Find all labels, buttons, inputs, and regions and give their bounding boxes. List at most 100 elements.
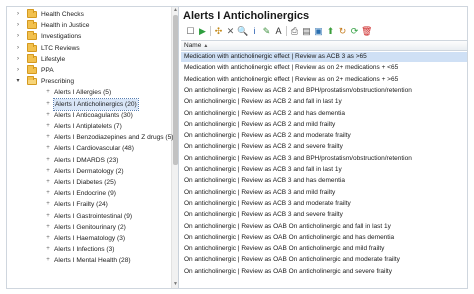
search-item-icon: + xyxy=(46,201,50,208)
table-row[interactable]: On anticholinergic | Review as ACB 3 and… xyxy=(181,154,467,164)
export-icon[interactable]: ⬆ xyxy=(325,25,336,37)
chevron-right-icon[interactable]: › xyxy=(14,31,22,42)
tree-leaf-label: Alerts I Antiplatelets (7) xyxy=(54,123,122,130)
toolbar-separator xyxy=(210,26,211,36)
chevron-down-icon[interactable]: ▾ xyxy=(14,76,22,87)
table-row[interactable]: Medication with anticholinergic effect |… xyxy=(181,75,467,85)
search-item-icon: + xyxy=(46,246,50,253)
tree-leaf-label: Alerts I Dermatology (2) xyxy=(54,167,124,175)
search-item-icon: + xyxy=(46,223,50,230)
table-row[interactable]: On anticholinergic | Review as OAB On an… xyxy=(181,244,467,254)
folder-icon xyxy=(27,53,37,63)
folder-icon xyxy=(27,20,37,30)
trash-icon[interactable]: 🗑 xyxy=(361,25,372,37)
print-icon[interactable]: ⎙ xyxy=(289,25,300,37)
folder-icon xyxy=(27,65,37,74)
table-row[interactable]: On anticholinergic | Review as ACB 3 and… xyxy=(181,199,467,209)
search-results-panel: Alerts I Anticholinergics ☐ ▶ ✣ ✕ 🔍 i ✎ A ⎙ ▤ ▣ ⬆ ↻ ⟳… xyxy=(180,7,467,288)
tree-scrollbar-thumb[interactable] xyxy=(173,15,178,165)
column-header-label: Name xyxy=(184,42,202,49)
tree-folder-label: Prescribing xyxy=(41,78,74,86)
chevron-right-icon[interactable]: › xyxy=(14,65,22,76)
info-icon[interactable]: i xyxy=(249,25,260,37)
tree-leaf-label: Alerts I Haematology (3) xyxy=(54,235,126,242)
search-item-icon: + xyxy=(46,212,50,219)
search-item-icon: + xyxy=(46,100,50,107)
table-row[interactable]: Medication with anticholinergic effect |… xyxy=(181,63,467,73)
tree-folder-label: PPA xyxy=(41,67,54,74)
table-row[interactable]: Medication with anticholinergic effect |… xyxy=(181,52,467,62)
font-icon[interactable]: A xyxy=(273,25,284,37)
app-window: ▲ ▼ › Health Checks › Health in Justice › Inv… xyxy=(6,6,468,289)
table-row[interactable]: On anticholinergic | Review as OAB On an… xyxy=(181,267,467,277)
tree-folder-label: LTC Reviews xyxy=(41,44,80,52)
tree-leaf-label: Alerts I Infections (3) xyxy=(54,246,115,254)
search-tree-panel: ▲ ▼ › Health Checks › Health in Justice › Inv… xyxy=(7,7,179,288)
column-header-name[interactable]: Name ▲ xyxy=(181,41,467,51)
table-row[interactable]: On anticholinergic | Review as OAB On an… xyxy=(181,222,467,232)
table-row[interactable]: On anticholinergic | Review as ACB 3 and… xyxy=(181,176,467,186)
tree-folder-label: Investigations xyxy=(41,33,82,41)
tree-leaf-label: Alerts I DMARDS (23) xyxy=(54,156,119,164)
tree-leaf-label: Alerts I Anticholinergics (20) xyxy=(53,97,139,111)
tree-leaf-label: Alerts I Benzodiazepines and Z drugs (5) xyxy=(54,134,174,142)
search-item-icon: + xyxy=(46,156,50,163)
table-row[interactable]: On anticholinergic | Review as ACB 2 and… xyxy=(181,142,467,152)
tree-folder-label: Health in Justice xyxy=(41,22,90,30)
table-row[interactable]: On anticholinergic | Review as OAB On an… xyxy=(181,233,467,243)
search-item-icon: + xyxy=(46,257,50,264)
checkbox-icon[interactable]: ☐ xyxy=(185,25,196,37)
tree-leaf-label: Alerts I Allergies (5) xyxy=(54,89,112,97)
folder-icon xyxy=(27,9,37,18)
scroll-down-arrow-icon[interactable]: ▼ xyxy=(172,281,178,288)
page-title: Alerts I Anticholinergics xyxy=(183,10,310,22)
folder-icon xyxy=(27,42,37,52)
toolbar-separator xyxy=(286,26,287,36)
save-icon[interactable]: ▣ xyxy=(313,25,324,37)
tree-leaf-label: Alerts I Cardiovascular (48) xyxy=(54,145,134,153)
search-item-icon: + xyxy=(46,145,50,152)
tree-leaf-label: Alerts I Diabetes (25) xyxy=(54,179,116,186)
table-row[interactable]: On anticholinergic | Review as ACB 2 and… xyxy=(181,86,467,96)
tree-leaf-label: Alerts I Endocrine (9) xyxy=(54,190,116,198)
move-icon[interactable]: ✣ xyxy=(213,25,224,37)
table-row[interactable]: On anticholinergic | Review as ACB 2 and… xyxy=(181,120,467,130)
delete-icon[interactable]: ✕ xyxy=(225,25,236,37)
toolbar: ☐ ▶ ✣ ✕ 🔍 i ✎ A ⎙ ▤ ▣ ⬆ ↻ ⟳ 🗑 xyxy=(183,25,465,39)
search-item-icon: + xyxy=(46,89,50,96)
tree-folder-label: Lifestyle xyxy=(41,55,66,63)
chevron-right-icon[interactable]: › xyxy=(14,20,22,31)
table-row[interactable]: On anticholinergic | Review as ACB 2 and… xyxy=(181,131,467,141)
search-item-icon: + xyxy=(46,179,50,185)
edit-icon[interactable]: ✎ xyxy=(261,25,272,37)
searches-grid: Name ▲ Medication with anticholinergic ef… xyxy=(181,40,467,288)
tree-leaf-label: Alerts I Anticoagulants (30) xyxy=(54,111,133,119)
tree-leaf-label: Alerts I Genitourinary (2) xyxy=(54,223,126,231)
refresh-icon[interactable]: ↻ xyxy=(337,25,348,37)
table-row[interactable]: On anticholinergic | Review as OAB On an… xyxy=(181,255,467,265)
chevron-right-icon[interactable]: › xyxy=(14,43,22,54)
search-item-icon: + xyxy=(46,235,50,241)
sort-ascending-icon: ▲ xyxy=(203,43,209,49)
table-row[interactable]: On anticholinergic | Review as ACB 3 and… xyxy=(181,188,467,198)
sync-icon[interactable]: ⟳ xyxy=(349,25,360,37)
tree-leaf-label: Alerts I Gastrointestinal (9) xyxy=(54,212,133,220)
table-row[interactable]: On anticholinergic | Review as ACB 3 and… xyxy=(181,165,467,175)
chevron-right-icon[interactable]: › xyxy=(14,9,22,20)
chevron-right-icon[interactable]: › xyxy=(14,54,22,65)
tree-scrollbar[interactable]: ▲ ▼ xyxy=(171,7,178,288)
scroll-up-arrow-icon[interactable]: ▲ xyxy=(172,7,178,14)
tree-leaf-label: Alerts I Mental Health (28) xyxy=(54,257,131,265)
table-row[interactable]: On anticholinergic | Review as ACB 2 and… xyxy=(181,109,467,119)
search-icon[interactable]: 🔍 xyxy=(237,25,248,37)
run-icon[interactable]: ▶ xyxy=(197,25,208,37)
search-item-icon: + xyxy=(46,167,50,174)
search-item-icon: + xyxy=(46,134,50,141)
table-row[interactable]: On anticholinergic | Review as ACB 2 and… xyxy=(181,97,467,107)
print-preview-icon[interactable]: ▤ xyxy=(301,25,312,37)
search-item-icon: + xyxy=(46,111,50,118)
table-row[interactable]: On anticholinergic | Review as ACB 3 and… xyxy=(181,210,467,220)
search-item-icon: + xyxy=(46,190,50,197)
search-item-icon: + xyxy=(46,123,50,129)
tree-folder-label: Health Checks xyxy=(41,11,84,18)
